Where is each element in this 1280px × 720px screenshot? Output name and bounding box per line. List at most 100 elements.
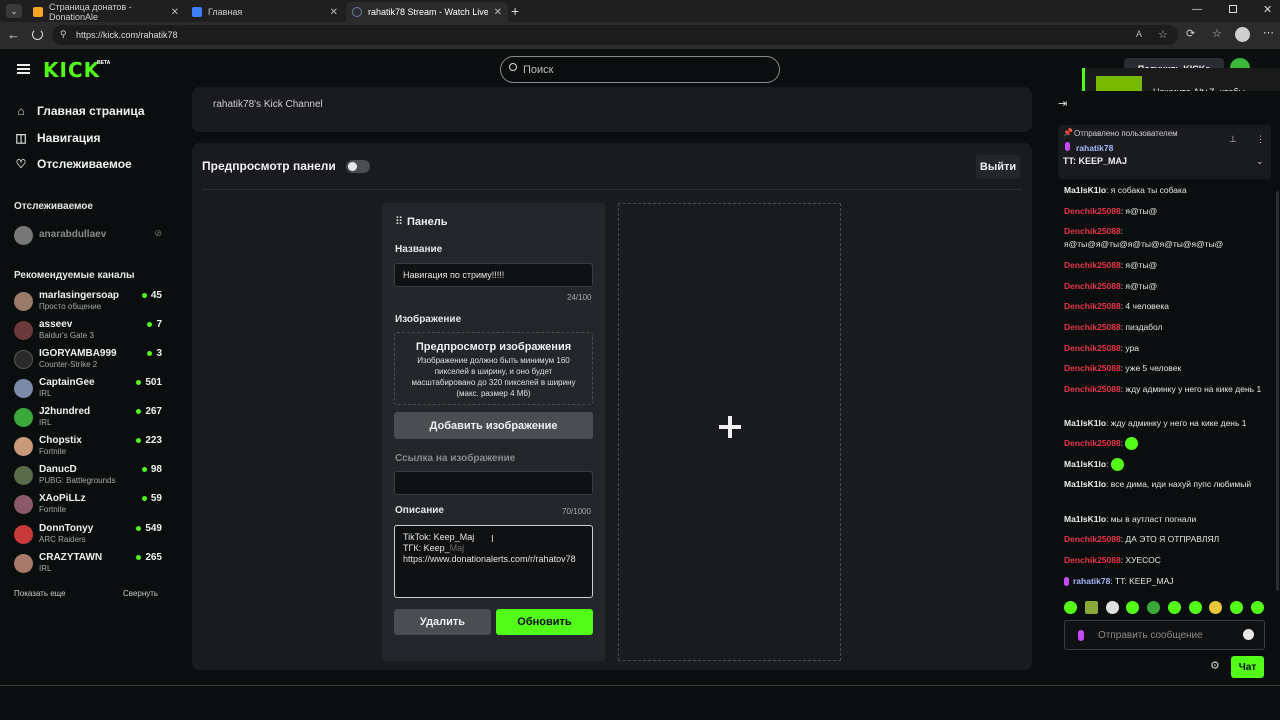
read-aloud-icon[interactable]: A: [1136, 29, 1142, 39]
recommended-channel[interactable]: XAoPiLLz Fortnite 59: [14, 493, 162, 519]
emote-icon[interactable]: [1064, 601, 1077, 614]
emote-icon[interactable]: [1084, 601, 1098, 614]
following-channel[interactable]: anarabdullaev ⊘: [14, 224, 162, 250]
name-label: Название: [395, 244, 443, 255]
avatar: [14, 466, 33, 485]
recommended-channel[interactable]: DonnTonyy ARC Raiders 549: [14, 523, 162, 549]
browser-tab-home[interactable]: Главная ✕: [186, 2, 344, 22]
address-bar[interactable]: ⚲ https://kick.com/rahatik78 A ☆: [52, 25, 1178, 45]
mic-badge-icon: [1078, 630, 1084, 641]
maximize-icon[interactable]: [1229, 5, 1237, 13]
chat-message: Ma1lsK1lo:: [1064, 458, 1269, 472]
recommended-channel[interactable]: asseev Baldur's Gate 3 7: [14, 319, 162, 345]
recommended-channel[interactable]: CRAZYTAWN IRL 265: [14, 552, 162, 578]
recommended-channel[interactable]: J2hundred IRL 267: [14, 406, 162, 432]
browser-toolbar: ← ⚲ https://kick.com/rahatik78 A ☆ ⟳ ☆ ⋯: [0, 22, 1280, 49]
name-field[interactable]: Навигация по стриму!!!!!: [394, 263, 593, 287]
text-cursor-icon: I: [491, 534, 494, 545]
chat-settings-icon[interactable]: ⚙: [1210, 659, 1220, 672]
recommended-channel[interactable]: marlasingersoap Просто общение 45: [14, 290, 162, 316]
favorites-icon[interactable]: ☆: [1212, 27, 1222, 40]
mic-badge-icon: [1064, 577, 1069, 587]
close-window-icon[interactable]: ✕: [1263, 3, 1272, 16]
emote-icon[interactable]: [1188, 601, 1202, 614]
kick-logo[interactable]: KICK: [43, 58, 100, 82]
avatar: [14, 437, 33, 456]
reload-icon[interactable]: [32, 29, 43, 40]
hamburger-menu-icon[interactable]: [17, 64, 30, 74]
chat-message: Ma1lsK1lo: жду админку у него на кике де…: [1064, 418, 1247, 428]
minimize-icon[interactable]: —: [1192, 4, 1202, 15]
new-tab-icon[interactable]: +: [511, 3, 519, 19]
preview-toggle[interactable]: [346, 160, 370, 173]
pinned-text: TT: KEEP_MAJ: [1063, 156, 1128, 166]
pin-action-icon[interactable]: ⊥: [1229, 134, 1237, 145]
recommended-channel[interactable]: Chopstix Fortnite 223: [14, 435, 162, 461]
drag-handle-icon[interactable]: ⠿: [395, 215, 403, 228]
close-tab-icon[interactable]: ✕: [171, 7, 179, 18]
chat-message: rahatik78: TT: KEEP_MAJ: [1064, 575, 1269, 588]
chat-input[interactable]: Отправить сообщение: [1064, 620, 1265, 650]
close-tab-icon[interactable]: ✕: [330, 7, 338, 18]
search-icon: [509, 63, 517, 71]
profile-avatar[interactable]: [1235, 27, 1250, 42]
sidebar-item-following[interactable]: ♡ Отслеживаемое: [14, 157, 132, 171]
emote-icon[interactable]: [1230, 601, 1244, 614]
compass-icon: ◫: [15, 131, 27, 145]
emote-icon[interactable]: [1126, 601, 1140, 614]
emote-icon[interactable]: [1105, 601, 1119, 614]
chat-message: Denchik25088: ура: [1064, 343, 1140, 353]
update-button[interactable]: Обновить: [496, 609, 593, 635]
more-options-icon[interactable]: ⋮: [1256, 134, 1265, 145]
emote-icon[interactable]: [1250, 601, 1264, 614]
send-chat-button[interactable]: Чат: [1231, 656, 1264, 678]
image-link-field[interactable]: [394, 471, 593, 495]
pinned-message[interactable]: 📌 Отправлено пользователем ⊥ ⋮ rahatik78…: [1058, 125, 1271, 179]
recommended-channel[interactable]: CaptainGee IRL 501: [14, 377, 162, 403]
pin-icon: 📌: [1063, 128, 1073, 137]
taskbar: [0, 685, 1280, 720]
preview-title: Предпросмотр панели: [202, 159, 336, 173]
recommended-channel[interactable]: DanucD PUBG: Battlegrounds 98: [14, 464, 162, 490]
emote-icon[interactable]: [1167, 601, 1181, 614]
exit-button[interactable]: Выйти: [976, 155, 1020, 179]
chat-scrollbar[interactable]: [1276, 191, 1279, 591]
delete-button[interactable]: Удалить: [394, 609, 491, 635]
channel-caption: rahatik78's Kick Channel: [213, 99, 323, 110]
chat-message: Denchik25088: жду админку у него на кике…: [1064, 384, 1262, 394]
browser-tab-kick[interactable]: rahatik78 Stream - Watch Live on ✕: [346, 2, 508, 22]
search-input[interactable]: Поиск: [500, 56, 780, 83]
sidebar-item-browse[interactable]: ◫ Навигация: [14, 131, 100, 145]
sidebar-item-home[interactable]: ⌂ Главная страница: [14, 104, 144, 118]
add-panel-dropzone[interactable]: [618, 203, 841, 661]
chat-message: Ma1lsK1lo: все дима, иди нахуй пупс люби…: [1064, 479, 1252, 489]
collapse-chat-icon[interactable]: ⇥: [1058, 97, 1067, 110]
show-more-link[interactable]: Показать еще: [14, 589, 66, 598]
chevron-down-icon[interactable]: ⌄: [1256, 156, 1264, 167]
chat-message: Denchik25088: я@ты@: [1064, 206, 1158, 216]
emote-icon[interactable]: [1147, 601, 1161, 614]
add-image-button[interactable]: Добавить изображение: [394, 412, 593, 439]
image-dropzone[interactable]: Предпросмотр изображения Изображение дол…: [394, 332, 593, 405]
emote-icon[interactable]: [1209, 601, 1223, 614]
browser-tab-donations[interactable]: Страница донатов - DonationAle ✕: [27, 2, 185, 22]
avatar: [14, 321, 33, 340]
collapse-link[interactable]: Свернуть: [123, 589, 158, 598]
panel-form: ⠿ Панель Название Навигация по стриму!!!…: [382, 203, 605, 661]
avatar: [14, 379, 33, 398]
more-menu-icon[interactable]: ⋯: [1263, 26, 1274, 39]
site-info-icon[interactable]: ⚲: [60, 29, 67, 40]
back-icon[interactable]: ←: [7, 27, 20, 42]
tab-actions-icon[interactable]: ⌄: [6, 4, 22, 18]
extensions-icon[interactable]: ⟳: [1186, 27, 1195, 40]
close-tab-icon[interactable]: ✕: [494, 7, 502, 18]
live-dot-icon: [136, 379, 142, 385]
chat-message: Denchik25088: я@ты@: [1064, 260, 1158, 270]
favorite-star-icon[interactable]: ☆: [1158, 28, 1168, 41]
image-label: Изображение: [395, 314, 462, 325]
emoji-picker-icon[interactable]: [1243, 629, 1254, 640]
divider: [202, 189, 1022, 190]
recommended-channel[interactable]: IGORYAMBA999 Counter-Strike 2 3: [14, 348, 162, 374]
chat-message: Ma1lsK1lo: я собака ты собака: [1064, 185, 1187, 195]
description-textarea[interactable]: TikTok: Keep_Maj ТГК: Keep_Maj https://w…: [394, 525, 593, 598]
